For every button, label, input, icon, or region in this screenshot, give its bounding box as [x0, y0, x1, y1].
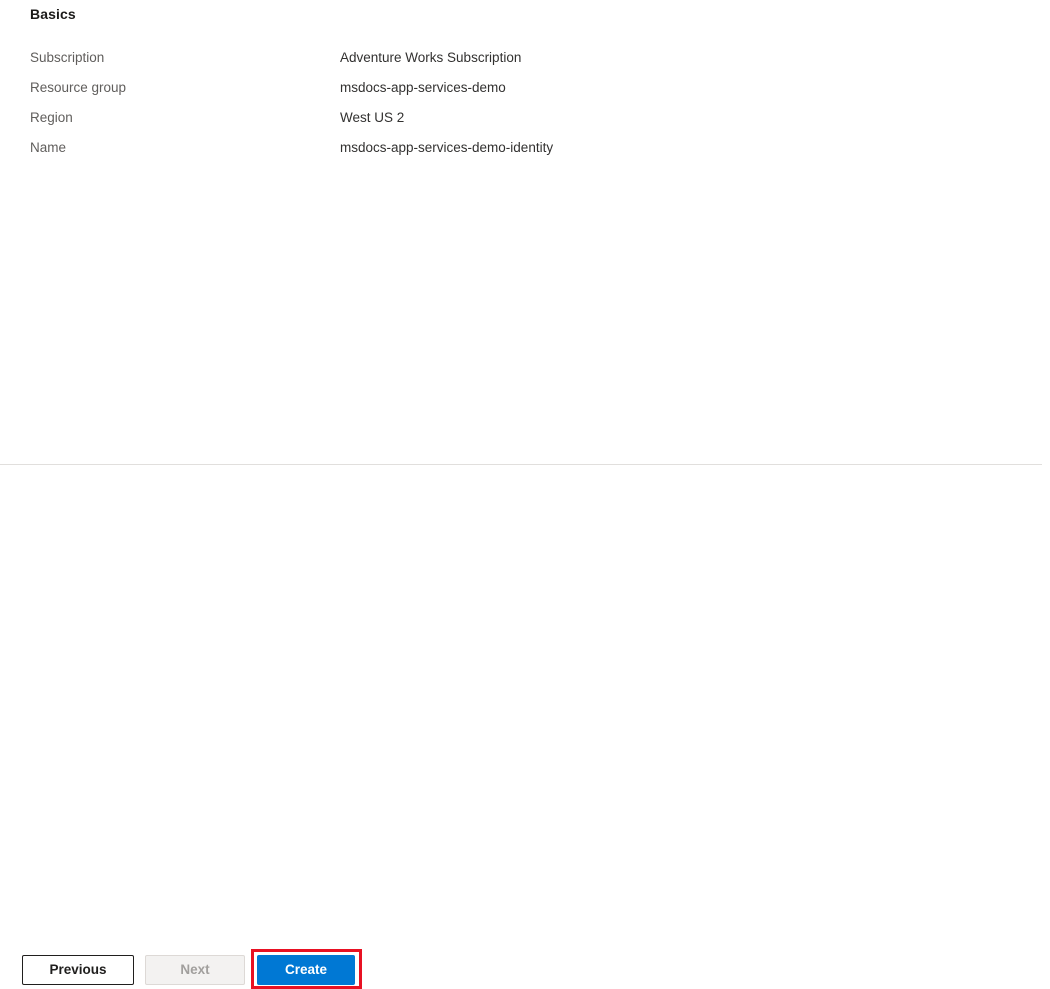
summary-label: Resource group — [30, 80, 127, 95]
review-create-pane: Basics Subscription Adventure Works Subs… — [0, 0, 1050, 464]
next-button[interactable]: Next — [145, 955, 245, 985]
previous-button[interactable]: Previous — [22, 955, 134, 985]
table-row: Subscription Adventure Works Subscriptio… — [30, 43, 930, 73]
page-title: Basics — [30, 6, 76, 22]
basics-summary-table: Subscription Adventure Works Subscriptio… — [30, 43, 930, 163]
summary-table-body: Subscription Adventure Works Subscriptio… — [30, 43, 930, 163]
summary-value: Adventure Works Subscription — [340, 50, 522, 65]
summary-value: msdocs-app-services-demo — [340, 80, 506, 95]
summary-label: Name — [30, 140, 67, 155]
summary-label: Subscription — [30, 50, 105, 65]
create-button[interactable]: Create — [257, 955, 355, 985]
summary-value: msdocs-app-services-demo-identity — [340, 140, 554, 155]
table-row: Resource group msdocs-app-services-demo — [30, 73, 930, 103]
table-row: Region West US 2 — [30, 103, 930, 133]
summary-value: West US 2 — [340, 110, 405, 125]
summary-label: Region — [30, 110, 73, 125]
table-row: Name msdocs-app-services-demo-identity — [30, 133, 930, 163]
wizard-footer-bar: Previous Next Create — [0, 465, 1050, 989]
